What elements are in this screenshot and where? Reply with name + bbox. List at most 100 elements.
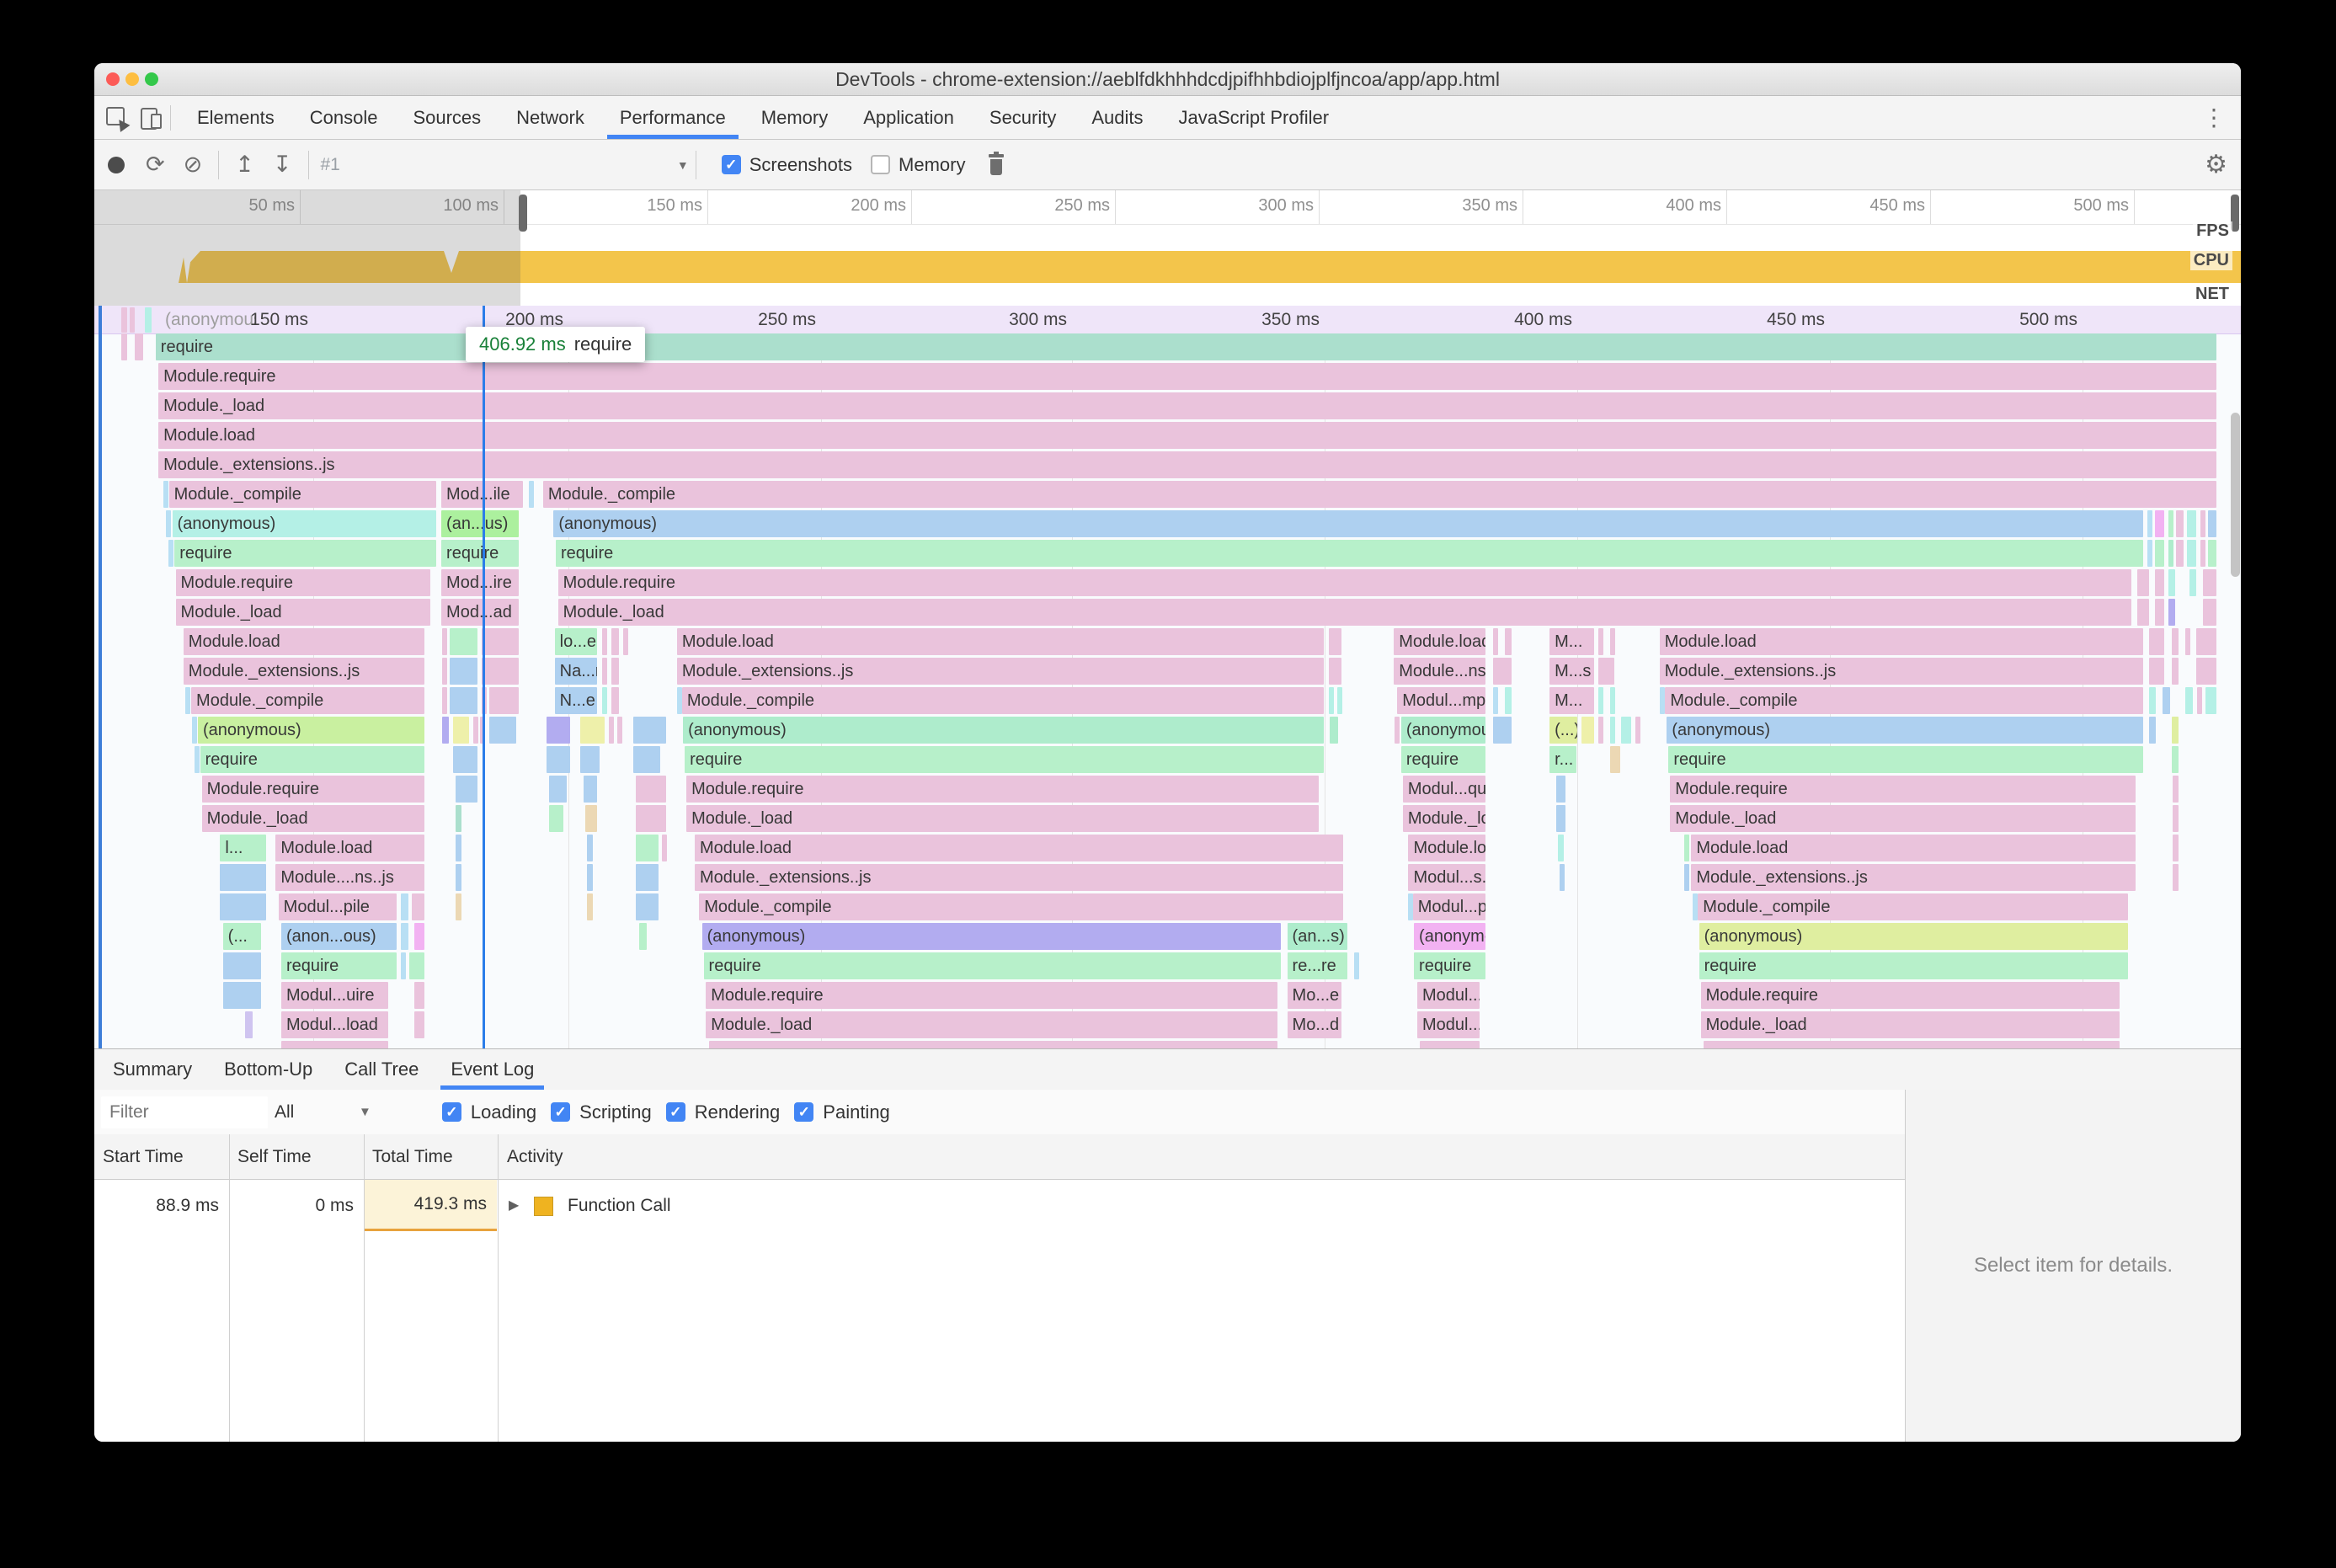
record-button[interactable] bbox=[108, 156, 125, 173]
flame-bar-require[interactable]: require bbox=[685, 746, 1325, 773]
flame-bar[interactable] bbox=[400, 952, 406, 979]
flame-bar[interactable] bbox=[1598, 628, 1604, 655]
flame-bar[interactable] bbox=[2175, 510, 2184, 537]
flame-bar-modad[interactable]: Mod...ad bbox=[441, 599, 519, 626]
flame-bar[interactable] bbox=[2196, 687, 2202, 714]
flame-bar[interactable] bbox=[414, 982, 425, 1009]
flame-bar[interactable] bbox=[414, 923, 425, 950]
flame-bar[interactable] bbox=[134, 333, 144, 360]
flame-bar[interactable] bbox=[1683, 835, 1689, 861]
flame-bar[interactable] bbox=[2155, 599, 2165, 626]
flame-bar[interactable] bbox=[580, 717, 605, 744]
flame-bar-moduleload[interactable]: Module._load bbox=[557, 599, 2131, 626]
flame-bar[interactable] bbox=[636, 835, 659, 861]
column-header-self-time[interactable]: Self Time bbox=[237, 1134, 312, 1179]
flame-bar-modulecompile[interactable]: Module._compile bbox=[699, 893, 1344, 920]
flame-bar[interactable] bbox=[2187, 510, 2197, 537]
flame-bar[interactable] bbox=[1598, 658, 1615, 685]
flame-bar[interactable] bbox=[1692, 893, 1698, 920]
flame-bar[interactable] bbox=[633, 717, 666, 744]
flame-bar-anonymous[interactable]: (anonymous) bbox=[701, 923, 1281, 950]
tab-call-tree[interactable]: Call Tree bbox=[331, 1049, 432, 1090]
flame-bar[interactable] bbox=[636, 864, 659, 891]
flame-bar-modulpile[interactable]: Modul...pile bbox=[1412, 893, 1485, 920]
flame-bar-anonous[interactable]: (anon...ous) bbox=[280, 923, 397, 950]
flame-bar-rere[interactable]: re...re bbox=[1287, 952, 1347, 979]
flame-bar-moduleextensionsjs[interactable]: Module._extensions..js bbox=[676, 658, 1325, 685]
tab-event-log[interactable]: Event Log bbox=[437, 1049, 547, 1090]
capture-settings-icon[interactable]: ⚙ bbox=[2205, 150, 2227, 179]
flame-bar-require[interactable]: require bbox=[174, 540, 436, 567]
flame-bar[interactable] bbox=[1492, 628, 1498, 655]
flame-bar-moduluire[interactable]: Modul...uire bbox=[280, 982, 389, 1009]
flame-bar[interactable] bbox=[676, 687, 682, 714]
flame-bar-modulerequire[interactable]: Module.require bbox=[1670, 776, 2136, 803]
flame-bar[interactable] bbox=[1492, 717, 1512, 744]
flame-bar-moduleextensionsjs[interactable]: Module._extensions..js bbox=[1691, 864, 2136, 891]
flame-bar[interactable] bbox=[2172, 835, 2179, 861]
flame-bar[interactable] bbox=[1703, 1041, 2120, 1048]
flame-bar-moduleload[interactable]: Module.load bbox=[1691, 835, 2136, 861]
flame-bar[interactable] bbox=[441, 717, 450, 744]
flame-bar[interactable] bbox=[220, 864, 267, 891]
flame-bar-anonymous[interactable]: (anonymous) bbox=[172, 510, 436, 537]
screenshots-checkbox[interactable]: ✓ Screenshots bbox=[721, 154, 852, 176]
flame-bar[interactable] bbox=[2155, 569, 2165, 596]
flame-bar[interactable] bbox=[1659, 687, 1665, 714]
flame-bar-anus[interactable]: (an...us) bbox=[441, 510, 519, 537]
column-divider[interactable] bbox=[229, 1134, 230, 1442]
flame-bar-ne[interactable]: N...e bbox=[554, 687, 597, 714]
flame-bar[interactable] bbox=[2187, 540, 2197, 567]
column-header-total-time[interactable]: Total Time bbox=[372, 1134, 453, 1179]
flame-bar-moe[interactable]: Mo...e bbox=[1287, 982, 1342, 1009]
flame-bar[interactable] bbox=[1610, 687, 1616, 714]
flame-bar-modulerequire[interactable]: Module.require bbox=[175, 569, 430, 596]
flame-bar-anonymous[interactable]: (anonymous) bbox=[553, 510, 2144, 537]
flame-bar-require[interactable]: require bbox=[1668, 746, 2144, 773]
flame-bar-require[interactable]: require bbox=[1699, 952, 2128, 979]
flame-bar-r[interactable]: r... bbox=[1549, 746, 1576, 773]
flame-bar-moduleload[interactable]: Module.load bbox=[1408, 835, 1485, 861]
column-header-activity[interactable]: Activity bbox=[507, 1134, 563, 1179]
flame-bar[interactable] bbox=[120, 333, 128, 360]
flame-bar-require[interactable]: require bbox=[556, 540, 2144, 567]
flame-bar[interactable] bbox=[2168, 599, 2176, 626]
flame-bar[interactable] bbox=[586, 893, 593, 920]
flame-bar[interactable] bbox=[2185, 687, 2193, 714]
flame-bar-modulmpile[interactable]: Modul...mpile bbox=[1397, 687, 1485, 714]
flame-bar-moduleload[interactable]: Module._load bbox=[1700, 1011, 2120, 1038]
flame-bar[interactable] bbox=[2171, 746, 2179, 773]
flame-bar-ans[interactable]: (an...s) bbox=[1287, 923, 1347, 950]
flame-bar-require[interactable]: require bbox=[280, 952, 397, 979]
flame-bar[interactable] bbox=[622, 628, 628, 655]
flame-bar[interactable] bbox=[452, 746, 478, 773]
flame-bar[interactable] bbox=[456, 835, 461, 861]
reload-and-profile-icon[interactable]: ⟳ bbox=[146, 153, 165, 176]
tab-console[interactable]: Console bbox=[292, 96, 396, 139]
flame-bar[interactable] bbox=[1610, 628, 1616, 655]
flame-bar[interactable] bbox=[1492, 687, 1498, 714]
flame-bar-anonymous[interactable]: (anonymous) bbox=[683, 717, 1325, 744]
flame-bar-anonymous[interactable]: (anonymous) bbox=[1699, 923, 2128, 950]
flame-bar[interactable] bbox=[222, 982, 261, 1009]
flame-bar[interactable] bbox=[528, 481, 534, 508]
flame-bar[interactable] bbox=[584, 776, 597, 803]
flame-bar[interactable] bbox=[2148, 717, 2157, 744]
flame-bar[interactable] bbox=[408, 952, 425, 979]
flame-bar-moduleload[interactable]: Module.load bbox=[183, 628, 425, 655]
flame-bar[interactable] bbox=[166, 510, 172, 537]
flame-bar[interactable] bbox=[2207, 510, 2217, 537]
flame-bar[interactable] bbox=[1559, 864, 1565, 891]
flame-bar-m[interactable]: M... bbox=[1549, 687, 1594, 714]
flame-bar-require[interactable]: require bbox=[1414, 952, 1485, 979]
flame-bar[interactable] bbox=[2189, 569, 2197, 596]
flame-bar[interactable] bbox=[636, 776, 666, 803]
flame-bar[interactable] bbox=[1581, 717, 1594, 744]
tab-security[interactable]: Security bbox=[972, 96, 1074, 139]
flame-bar-nar[interactable]: Na...r bbox=[554, 658, 597, 685]
flame-bar-moduleextensionsjs[interactable]: Module._extensions..js bbox=[1659, 658, 2144, 685]
flame-bar[interactable] bbox=[220, 893, 267, 920]
flame-bar[interactable] bbox=[1556, 805, 1565, 832]
flame-bar-moduleload[interactable]: Module.load bbox=[1394, 628, 1485, 655]
flame-bar[interactable] bbox=[1420, 1041, 1480, 1048]
